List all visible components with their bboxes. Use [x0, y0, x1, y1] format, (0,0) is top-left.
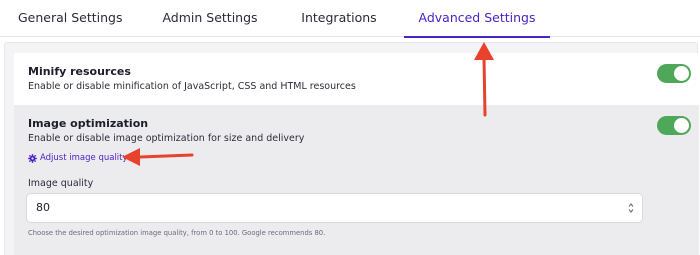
image-optimization-row: Image optimization Enable or disable ima…: [14, 105, 699, 255]
tab-general-settings[interactable]: General Settings: [18, 0, 123, 37]
stepper-icon[interactable]: [628, 202, 634, 214]
tab-admin-settings[interactable]: Admin Settings: [162, 0, 258, 37]
advanced-settings-panel: Minify resources Enable or disable minif…: [4, 42, 699, 255]
minify-resources-title: Minify resources: [28, 65, 131, 78]
tab-advanced-settings[interactable]: Advanced Settings: [404, 0, 550, 38]
toggle-knob: [674, 66, 689, 81]
image-quality-input[interactable]: 80: [26, 193, 643, 223]
adjust-image-quality-label: Adjust image quality: [40, 153, 128, 163]
settings-tabs: General Settings Admin Settings Integrat…: [0, 0, 700, 38]
tab-integrations[interactable]: Integrations: [300, 0, 378, 37]
minify-resources-toggle[interactable]: [657, 64, 691, 83]
minify-resources-description: Enable or disable minification of JavaSc…: [28, 81, 356, 92]
image-quality-value: 80: [36, 201, 50, 214]
gear-icon: [28, 153, 37, 163]
toggle-knob: [674, 118, 689, 133]
image-quality-help-text: Choose the desired optimization image qu…: [28, 229, 326, 237]
settings-page: General Settings Admin Settings Integrat…: [0, 0, 700, 255]
image-optimization-title: Image optimization: [28, 117, 149, 130]
image-optimization-description: Enable or disable image optimization for…: [28, 133, 305, 144]
minify-resources-row: Minify resources Enable or disable minif…: [14, 53, 699, 105]
adjust-image-quality-link[interactable]: Adjust image quality: [28, 153, 128, 163]
image-optimization-toggle[interactable]: [657, 116, 691, 135]
image-quality-label: Image quality: [28, 178, 94, 189]
